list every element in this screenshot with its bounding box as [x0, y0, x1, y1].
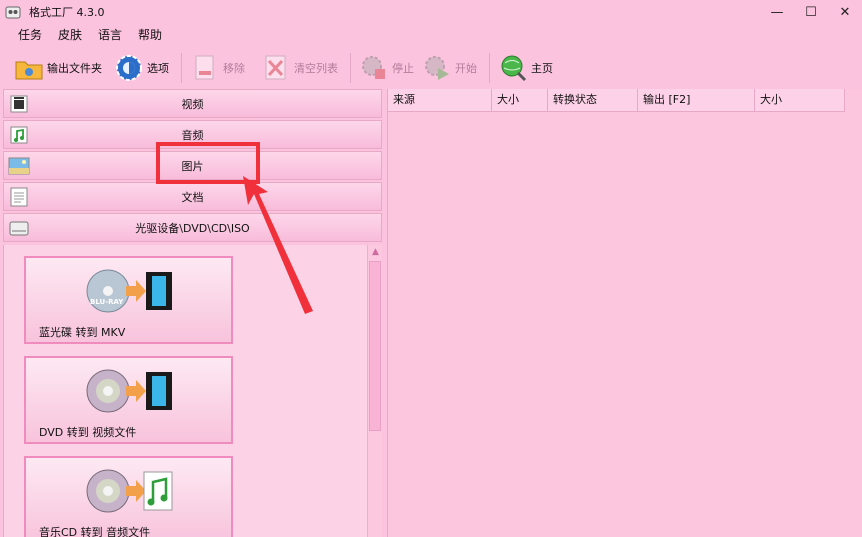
picture-icon — [8, 157, 30, 175]
conversion-list-scrollbar[interactable]: ▲ — [367, 245, 382, 537]
music-note-icon — [10, 126, 28, 144]
toolbar: 输出文件夹 选项 移除 清空列表 停止 开始 主页 — [0, 48, 862, 88]
category-rom-device-label: 光驱设备\DVD\CD\ISO — [135, 221, 250, 235]
home-label: 主页 — [531, 62, 553, 75]
menu-skin[interactable]: 皮肤 — [50, 25, 90, 45]
start-button[interactable]: 开始 — [418, 50, 481, 86]
stop-label: 停止 — [392, 62, 414, 75]
app-logo-icon — [5, 6, 21, 19]
category-video[interactable]: 视频 — [3, 89, 382, 118]
output-folder-button[interactable]: 输出文件夹 — [0, 50, 106, 86]
category-document-label: 文档 — [181, 190, 204, 204]
conversion-item-dvd-video[interactable]: DVD 转到 视频文件 — [24, 356, 233, 444]
close-button[interactable]: ✕ — [828, 0, 862, 24]
menu-task[interactable]: 任务 — [10, 25, 50, 45]
column-header-output-size[interactable]: 大小 — [755, 89, 845, 112]
column-header-size[interactable]: 大小 — [492, 89, 548, 112]
home-button[interactable]: 主页 — [492, 50, 557, 86]
file-list-panel: 来源 大小 转换状态 输出 [F2] 大小 — [387, 89, 862, 537]
bluray-to-video-icon: BLU-RAY — [86, 269, 172, 313]
title-bar: 格式工厂 4.3.0 — ☐ ✕ — [0, 0, 862, 24]
options-label: 选项 — [147, 62, 169, 75]
conversion-label-dvd-video: DVD 转到 视频文件 — [39, 426, 137, 439]
scroll-up-arrow-icon[interactable]: ▲ — [368, 245, 383, 260]
home-globe-icon — [501, 55, 527, 82]
window-title: 格式工厂 4.3.0 — [29, 6, 105, 19]
start-label: 开始 — [455, 62, 477, 75]
conversion-item-cd-audio[interactable]: 音乐CD 转到 音频文件 — [24, 456, 233, 537]
stop-icon — [362, 56, 385, 79]
options-button[interactable]: 选项 — [106, 50, 173, 86]
conversion-list: BLU-RAY 蓝光碟 转到 MKV DVD 转到 视频文件 音乐CD 转到 音… — [3, 245, 367, 537]
remove-file-icon — [195, 55, 214, 80]
gear-icon — [116, 55, 142, 81]
column-header-output[interactable]: 输出 [F2] — [638, 89, 755, 112]
menu-help[interactable]: 帮助 — [130, 25, 170, 45]
menu-language[interactable]: 语言 — [90, 25, 130, 45]
stop-button[interactable]: 停止 — [353, 50, 418, 86]
start-icon — [425, 56, 449, 80]
maximize-button[interactable]: ☐ — [794, 0, 828, 24]
scroll-thumb[interactable] — [369, 261, 381, 431]
category-audio-label: 音频 — [181, 128, 204, 142]
conversion-item-bluray-mkv[interactable]: BLU-RAY 蓝光碟 转到 MKV — [24, 256, 233, 344]
remove-button[interactable]: 移除 — [184, 50, 249, 86]
toolbar-divider — [350, 53, 351, 83]
cd-to-audio-icon — [86, 469, 173, 513]
clear-list-label: 清空列表 — [294, 62, 338, 75]
file-table-header: 来源 大小 转换状态 输出 [F2] 大小 — [388, 89, 845, 112]
column-header-status[interactable]: 转换状态 — [548, 89, 638, 112]
toolbar-divider — [181, 53, 182, 83]
category-rom-device[interactable]: 光驱设备\DVD\CD\ISO — [3, 213, 382, 242]
column-header-source[interactable]: 来源 — [388, 89, 492, 112]
category-video-label: 视频 — [181, 97, 204, 111]
remove-label: 移除 — [223, 62, 245, 75]
annotation-highlight-box — [156, 142, 260, 184]
menu-bar: 任务 皮肤 语言 帮助 — [10, 25, 170, 45]
toolbar-divider — [489, 53, 490, 83]
optical-drive-icon — [9, 221, 29, 236]
output-folder-label: 输出文件夹 — [47, 62, 102, 75]
video-clapper-icon — [10, 95, 28, 113]
bluray-art-text: BLU-RAY — [90, 298, 124, 306]
category-document[interactable]: 文档 — [3, 182, 382, 211]
dvd-to-video-icon — [86, 369, 172, 413]
minimize-button[interactable]: — — [760, 0, 794, 24]
clear-list-icon — [265, 55, 286, 80]
document-icon — [10, 187, 28, 207]
conversion-label-cd-audio: 音乐CD 转到 音频文件 — [39, 526, 151, 537]
clear-list-button[interactable]: 清空列表 — [249, 50, 342, 86]
folder-icon — [15, 61, 43, 80]
conversion-label-bluray-mkv: 蓝光碟 转到 MKV — [39, 326, 126, 339]
